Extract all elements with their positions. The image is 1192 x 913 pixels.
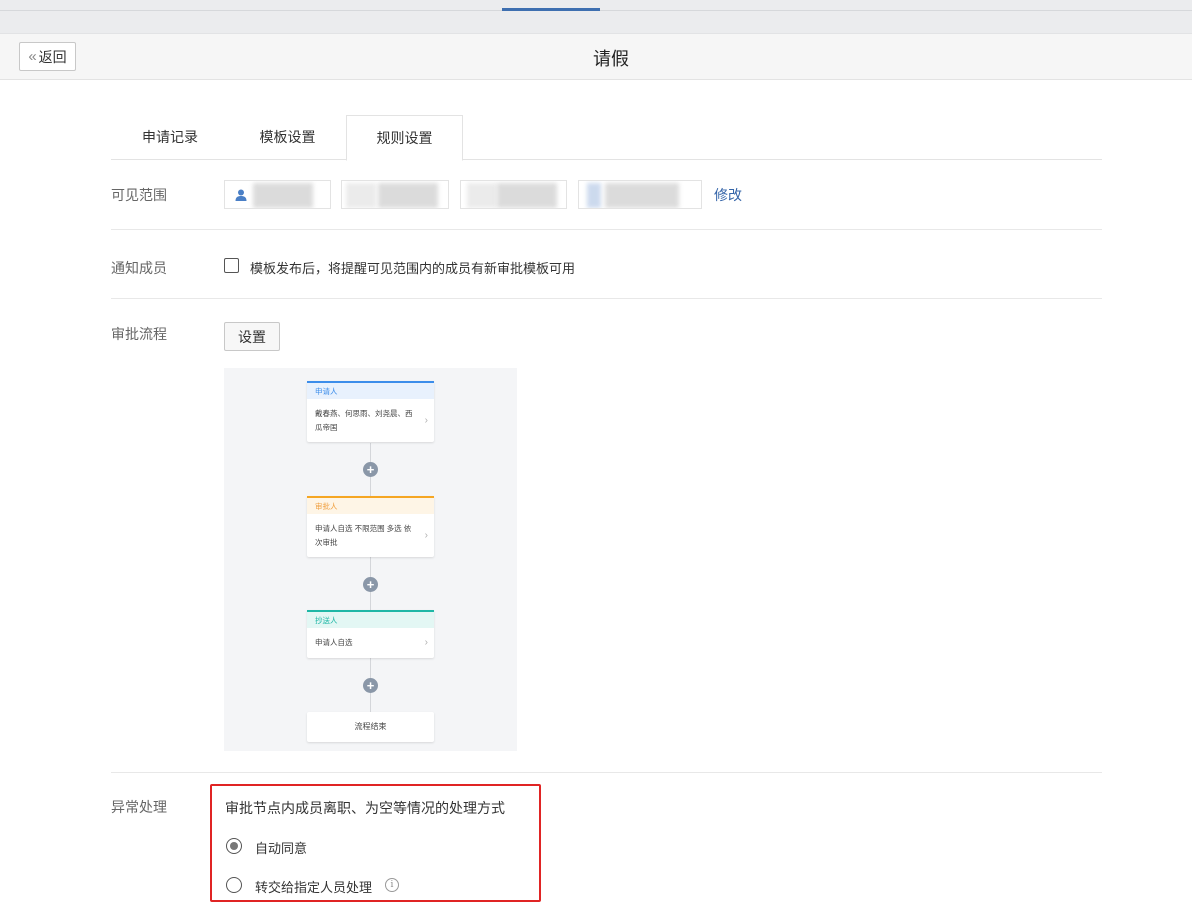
chevron-right-icon: › [424, 637, 428, 648]
page-title: 请假 [593, 49, 629, 69]
radio-auto-approve-label: 自动同意 [255, 841, 308, 856]
edit-visibility-link[interactable]: 修改 [714, 185, 742, 205]
info-icon[interactable]: i [385, 878, 399, 892]
exception-description: 审批节点内成员离职、为空等情况的处理方式 [225, 800, 505, 816]
flow-node-body: 申请人自选 [315, 638, 353, 647]
redacted-name [467, 183, 497, 208]
person-icon [235, 189, 247, 201]
radio-transfer-label: 转交给指定人员处理 [255, 880, 373, 895]
tab-rule-settings[interactable]: 规则设置 [346, 115, 463, 161]
approval-flow-diagram: 申请人 戴春燕、何思雨、刘尧晨、西瓜帝国 › + 审批人 申请人自选 不限范围 … [224, 368, 517, 751]
visibility-label: 可见范围 [111, 187, 167, 203]
tab-template-settings[interactable]: 模板设置 [229, 115, 346, 160]
redacted-name [497, 183, 557, 208]
flow-node-approver[interactable]: 审批人 申请人自选 不限范围 多选 依次审批 › [307, 496, 434, 557]
chevron-right-icon: › [424, 414, 428, 426]
tab-apply-records[interactable]: 申请记录 [111, 115, 229, 160]
scope-member-chip [578, 180, 702, 209]
add-node-icon[interactable]: + [363, 678, 378, 693]
add-node-icon[interactable]: + [363, 462, 378, 477]
page-header: « 返回 请假 [0, 34, 1192, 80]
divider [111, 229, 1102, 230]
redacted-name [253, 183, 313, 208]
flow-setting-button[interactable]: 设置 [224, 322, 280, 351]
approval-flow-label: 审批流程 [111, 326, 167, 342]
flow-node-title: 申请人 [307, 381, 434, 399]
notify-checkbox-text: 模板发布后，将提醒可见范围内的成员有新审批模板可用 [250, 261, 576, 276]
flow-node-title: 抄送人 [307, 610, 434, 628]
redacted-name [346, 183, 376, 208]
divider [111, 298, 1102, 299]
exception-label: 异常处理 [111, 799, 167, 815]
flow-end-node: 流程结束 [307, 712, 434, 742]
flow-node-applicant[interactable]: 申请人 戴春燕、何思雨、刘尧晨、西瓜帝国 › [307, 381, 434, 442]
tab-bar: 申请记录 模板设置 规则设置 [111, 115, 1102, 161]
radio-auto-approve[interactable] [226, 838, 242, 854]
flow-node-body: 戴春燕、何思雨、刘尧晨、西瓜帝国 [315, 409, 413, 432]
radio-transfer[interactable] [226, 877, 242, 893]
chevron-right-icon: › [424, 529, 428, 541]
scope-member-chip [341, 180, 449, 209]
active-indicator [502, 8, 600, 11]
flow-node-title: 审批人 [307, 496, 434, 514]
redacted-name [605, 183, 679, 208]
top-strip [0, 0, 1192, 34]
flow-node-cc[interactable]: 抄送人 申请人自选 › [307, 610, 434, 658]
add-node-icon[interactable]: + [363, 577, 378, 592]
scope-member-chip [460, 180, 567, 209]
redacted-avatar [587, 183, 601, 208]
notify-checkbox[interactable] [224, 258, 239, 273]
flow-node-body: 申请人自选 不限范围 多选 依次审批 [315, 524, 412, 547]
redacted-name [378, 183, 438, 208]
divider [111, 772, 1102, 773]
notify-label: 通知成员 [111, 260, 167, 276]
scope-member-chip [224, 180, 331, 209]
